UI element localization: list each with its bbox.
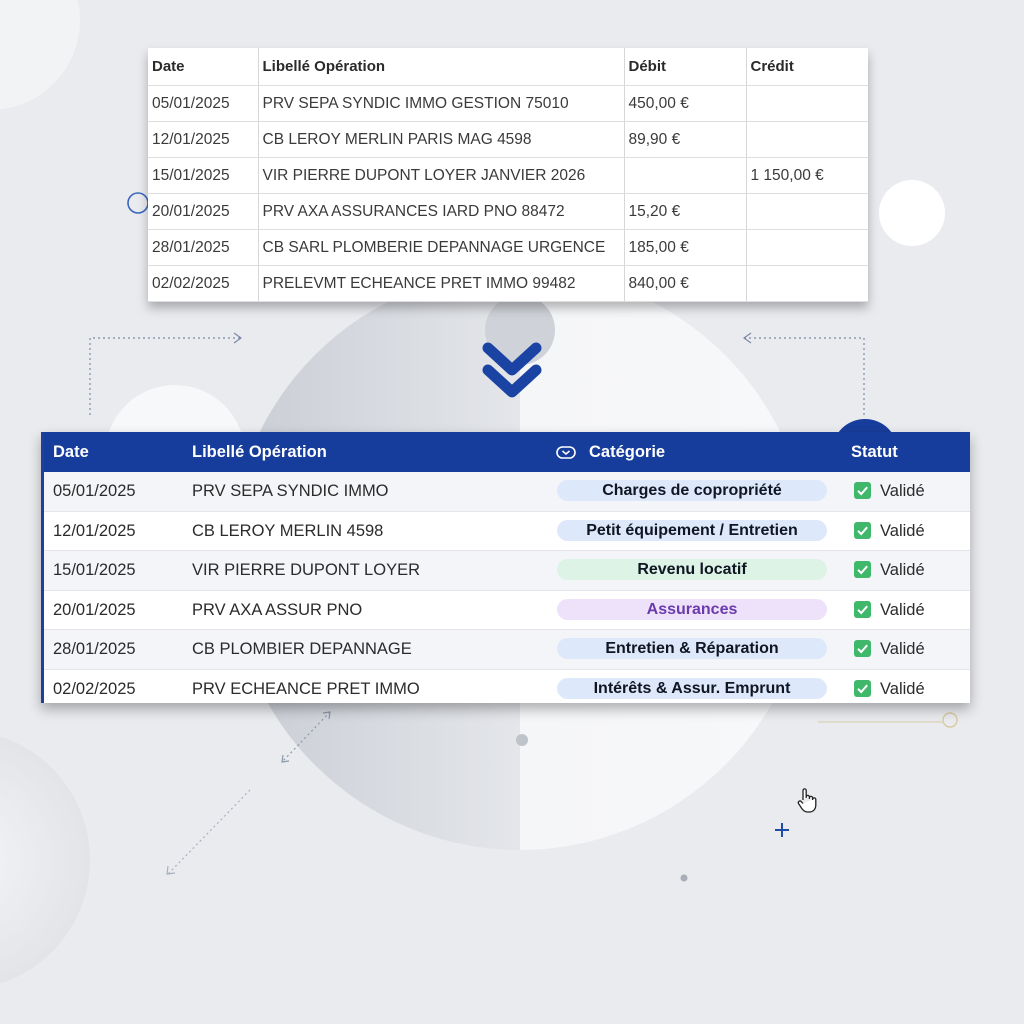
check-icon <box>854 600 871 618</box>
status-label: Validé <box>880 640 925 658</box>
table-row: 05/01/2025 PRV SEPA SYNDIC IMMO Charges de… <box>44 472 970 512</box>
category-badge[interactable]: Entretien & Réparation <box>557 638 827 659</box>
row-label: PRV AXA ASSUR PNO <box>192 600 363 619</box>
row-label: VIR PIERRE DUPONT LOYER <box>192 561 420 579</box>
raw-header-credit: Crédit <box>746 48 868 86</box>
tag-icon <box>556 446 576 459</box>
raw-cell-date: 05/01/2025 <box>148 85 259 122</box>
raw-cell-label: CB LEROY MERLIN PARIS MAG 4598 <box>258 121 625 158</box>
table-row: 02/02/2025 PRV ECHEANCE PRET IMMO Intérêts… <box>44 670 970 704</box>
category-badge[interactable]: Intérêts & Assur. Emprunt <box>557 677 827 699</box>
raw-cell-label: VIR PIERRE DUPONT LOYER JANVIER 2026 <box>258 157 625 194</box>
check-icon <box>854 521 871 539</box>
raw-cell-label: PRV SEPA SYNDIC IMMO GESTION 75010 <box>258 85 625 122</box>
double-chevron-down-icon <box>482 342 542 398</box>
raw-statement-table: Date Libellé Opération Débit Crédit 05/0… <box>148 48 868 302</box>
row-label: PRV ECHEANCE PRET IMMO <box>192 679 420 698</box>
raw-cell-label: PRELEVMT ECHEANCE PRET IMMO 99482 <box>258 265 625 302</box>
status-label: Validé <box>880 561 925 579</box>
raw-cell-debit: 15,20 € <box>624 193 747 230</box>
row-date: 28/01/2025 <box>53 640 136 658</box>
raw-cell-debit: 185,00 € <box>624 229 747 266</box>
raw-table-row: 15/01/2025 VIR PIERRE DUPONT LOYER JANVI… <box>148 157 868 194</box>
raw-cell-debit: 89,90 € <box>624 121 747 158</box>
raw-header-label: Libellé Opération <box>258 48 625 86</box>
raw-cell-credit <box>746 229 868 266</box>
check-icon <box>854 482 871 499</box>
category-badge[interactable]: Petit équipement / Entretien <box>557 519 827 541</box>
raw-cell-label: CB SARL PLOMBERIE DEPANNAGE URGENCE <box>258 229 625 266</box>
raw-cell-credit: 1 150,00 € <box>746 157 868 194</box>
raw-header-date: Date <box>148 48 259 86</box>
row-date: 02/02/2025 <box>53 679 136 698</box>
header-status: Statut <box>851 443 898 461</box>
header-label: Libellé Opération <box>192 443 327 461</box>
raw-cell-date: 02/02/2025 <box>148 265 259 302</box>
row-label: CB PLOMBIER DEPANNAGE <box>192 640 412 658</box>
status-label: Validé <box>880 600 925 619</box>
raw-table-row: 02/02/2025 PRELEVMT ECHEANCE PRET IMMO 9… <box>148 265 868 302</box>
header-date: Date <box>53 443 89 461</box>
raw-cell-credit <box>746 193 868 230</box>
raw-cell-debit: 840,00 € <box>624 265 747 302</box>
raw-cell-credit <box>746 121 868 158</box>
row-date: 05/01/2025 <box>53 482 136 500</box>
row-label: CB LEROY MERLIN 4598 <box>192 521 384 540</box>
raw-cell-date: 12/01/2025 <box>148 121 259 158</box>
row-date: 12/01/2025 <box>53 521 136 540</box>
header-category: Catégorie <box>589 443 666 461</box>
raw-header-row: Date Libellé Opération Débit Crédit <box>148 48 868 86</box>
raw-cell-date: 20/01/2025 <box>148 193 259 230</box>
raw-cell-label: PRV AXA ASSURANCES IARD PNO 88472 <box>258 193 625 230</box>
row-date: 20/01/2025 <box>53 600 136 619</box>
raw-table-row: 28/01/2025 CB SARL PLOMBERIE DEPANNAGE U… <box>148 229 868 266</box>
categorized-header-row: Date Libellé Opération Catégorie Statut <box>44 432 970 472</box>
category-badge[interactable]: Charges de copropriété <box>557 480 827 501</box>
status-label: Validé <box>880 679 925 698</box>
table-row: 15/01/2025 VIR PIERRE DUPONT LOYER Revenu … <box>44 551 970 591</box>
check-icon <box>854 640 871 657</box>
raw-table-row: 12/01/2025 CB LEROY MERLIN PARIS MAG 459… <box>148 121 868 158</box>
raw-cell-debit <box>624 157 747 194</box>
row-date: 15/01/2025 <box>53 561 136 579</box>
table-row: 28/01/2025 CB PLOMBIER DEPANNAGE Entretien… <box>44 630 970 670</box>
raw-table-row: 05/01/2025 PRV SEPA SYNDIC IMMO GESTION … <box>148 85 868 122</box>
raw-table-row: 20/01/2025 PRV AXA ASSURANCES IARD PNO 8… <box>148 193 868 230</box>
table-row: 20/01/2025 PRV AXA ASSUR PNO Assurances Val… <box>44 591 970 630</box>
table-row: 12/01/2025 CB LEROY MERLIN 4598 Petit équi… <box>44 512 970 551</box>
raw-cell-credit <box>746 265 868 302</box>
row-label: PRV SEPA SYNDIC IMMO <box>192 482 389 500</box>
raw-cell-credit <box>746 85 868 122</box>
category-badge[interactable]: Assurances <box>557 598 827 620</box>
check-icon <box>854 679 871 697</box>
check-icon <box>854 561 871 578</box>
plus-icon <box>775 823 789 837</box>
raw-cell-date: 15/01/2025 <box>148 157 259 194</box>
status-label: Validé <box>880 521 925 540</box>
hand-cursor-icon <box>797 788 817 813</box>
status-label: Validé <box>880 482 925 500</box>
raw-header-debit: Débit <box>624 48 747 86</box>
categorized-table-body: 05/01/2025 PRV SEPA SYNDIC IMMO Charges de… <box>44 472 970 703</box>
raw-cell-date: 28/01/2025 <box>148 229 259 266</box>
raw-cell-debit: 450,00 € <box>624 85 747 122</box>
category-badge[interactable]: Revenu locatif <box>557 559 827 580</box>
categorized-table: Date Libellé Opération Catégorie Statut … <box>41 432 970 703</box>
